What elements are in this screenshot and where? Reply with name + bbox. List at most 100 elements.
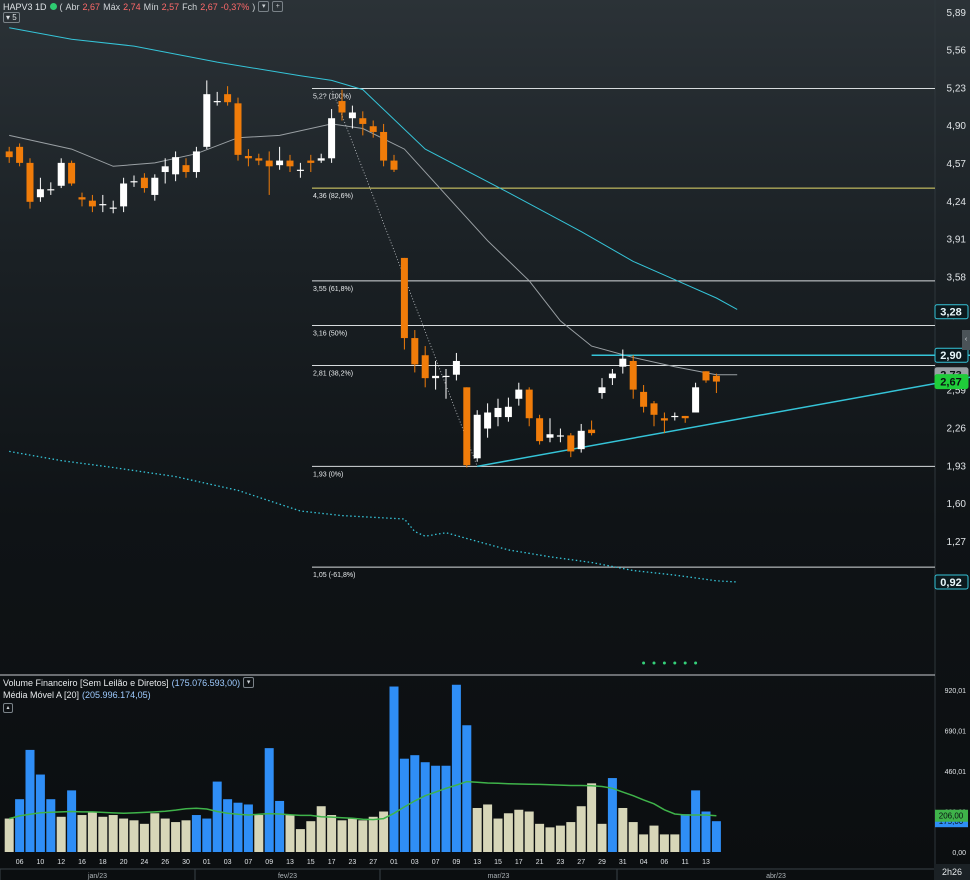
volume-bar <box>649 825 659 852</box>
fibonacci-level-label: 5,2? (100%) <box>313 93 351 100</box>
indicator-count-badge[interactable]: ▾ 5 <box>3 12 20 23</box>
volume-bar <box>535 823 545 852</box>
volume-bar <box>337 820 347 852</box>
candle-body <box>473 414 481 459</box>
add-indicator-icon[interactable]: + <box>272 1 284 12</box>
volume-bar <box>711 821 721 852</box>
volume-bar <box>202 818 212 852</box>
volume-bar <box>347 818 357 852</box>
side-panel-toggle-icon[interactable]: ‹ <box>962 330 970 350</box>
x-tick-label: 09 <box>453 859 461 866</box>
settings-dropdown-icon[interactable]: ▾ <box>258 1 270 12</box>
candle-body <box>57 162 65 186</box>
volume-bar <box>327 815 337 852</box>
x-tick-label: 04 <box>640 859 648 866</box>
fibonacci-level-label: 2,81 (38,2%) <box>313 371 353 378</box>
price-tick-label: 3,58 <box>947 272 967 283</box>
volume-bar <box>25 749 35 852</box>
candle-body <box>224 94 232 103</box>
symbol-label[interactable]: HAPV3 1D <box>3 2 47 12</box>
volume-bar <box>524 811 534 852</box>
price-tick-label: 3,91 <box>947 235 967 246</box>
candle-body <box>296 169 304 171</box>
candle-body <box>692 387 700 413</box>
volume-bar <box>254 815 264 852</box>
volume-bar <box>597 823 607 852</box>
low-label: Mín <box>143 1 159 12</box>
volume-tick-label: 690,01 <box>945 729 967 736</box>
volume-bar <box>46 799 56 852</box>
candle-body <box>411 338 419 365</box>
x-tick-label: 23 <box>349 859 357 866</box>
volume-bar <box>410 755 420 852</box>
candle-body <box>556 435 564 437</box>
volume-bar <box>223 799 233 852</box>
volume-bar <box>472 807 482 852</box>
price-tick-label: 4,90 <box>947 121 967 132</box>
candle-body <box>182 165 190 173</box>
x-tick-label: 17 <box>515 859 523 866</box>
month-label: abr/23 <box>766 873 786 880</box>
fibonacci-level-label: 1,93 (0%) <box>313 471 343 478</box>
month-label: fev/23 <box>278 873 297 880</box>
candle-body <box>421 355 429 379</box>
volume-bar <box>77 815 87 852</box>
volume-bar <box>285 815 295 852</box>
signal-dot <box>673 661 677 665</box>
price-tick-label: 5,89 <box>947 8 967 19</box>
x-tick-label: 07 <box>432 859 440 866</box>
fibonacci-level-label: 1,05 (-61,8%) <box>313 572 355 579</box>
ma-indicator-value: (205.996.174,05) <box>82 690 151 700</box>
x-tick-label: 09 <box>265 859 273 866</box>
x-tick-label: 27 <box>577 859 585 866</box>
volume-bar <box>659 834 669 852</box>
volume-bar <box>243 804 253 852</box>
moving-average-ma_gray <box>9 123 738 376</box>
candle-body <box>369 126 377 132</box>
candle-body <box>26 162 34 202</box>
signal-dot <box>683 661 687 665</box>
change-value: -0,37% <box>220 1 250 12</box>
volume-bar <box>576 806 586 852</box>
chart-canvas[interactable]: 5,895,565,234,904,574,243,913,583,252,92… <box>0 0 970 880</box>
open-label: Abr <box>65 1 80 12</box>
candle-body <box>338 101 346 113</box>
volume-tick-label: 0,00 <box>952 850 966 857</box>
volume-bar <box>639 834 649 852</box>
candle-body <box>109 207 117 209</box>
volume-settings-icon[interactable]: ▾ <box>243 677 255 688</box>
volume-indicator-title[interactable]: Volume Financeiro [Sem Leilão e Diretos] <box>3 678 169 688</box>
volume-bar <box>306 821 316 852</box>
candle-body <box>536 418 544 442</box>
volume-bar <box>98 816 108 852</box>
fibonacci-level-label: 3,16 (50%) <box>313 330 347 337</box>
x-tick-label: 31 <box>619 859 627 866</box>
candle-body <box>359 118 367 124</box>
volume-bar <box>451 684 461 852</box>
volume-bar <box>545 827 555 852</box>
price-tick-label: 5,56 <box>947 46 967 57</box>
moving-average-ma_cyan_dotted <box>9 450 738 583</box>
x-tick-label: 20 <box>120 859 128 866</box>
price-tick-label: 5,23 <box>947 83 967 94</box>
collapse-panel-icon[interactable]: ▴ <box>3 703 13 713</box>
candle-body <box>390 160 398 170</box>
indicator-count: 5 <box>12 13 17 22</box>
volume-bar <box>171 822 181 852</box>
candle-body <box>5 151 13 158</box>
live-status-icon <box>49 3 57 10</box>
candle-body <box>640 391 648 407</box>
fibonacci-level-label: 4,36 (82,6%) <box>313 193 353 200</box>
x-tick-label: 23 <box>557 859 565 866</box>
price-tick-label: 1,93 <box>947 461 967 472</box>
candle-body <box>380 131 388 161</box>
volume-bar <box>587 783 597 852</box>
candle-body <box>265 160 273 167</box>
chevron-down-icon: ▾ <box>6 13 11 22</box>
countdown-timer: 2h26 <box>934 864 970 880</box>
volume-bar <box>358 820 368 852</box>
candle-body <box>598 387 606 394</box>
ma-indicator-title[interactable]: Média Móvel A [20] <box>3 690 79 700</box>
candle-body <box>172 157 180 175</box>
candle-body <box>515 389 523 399</box>
